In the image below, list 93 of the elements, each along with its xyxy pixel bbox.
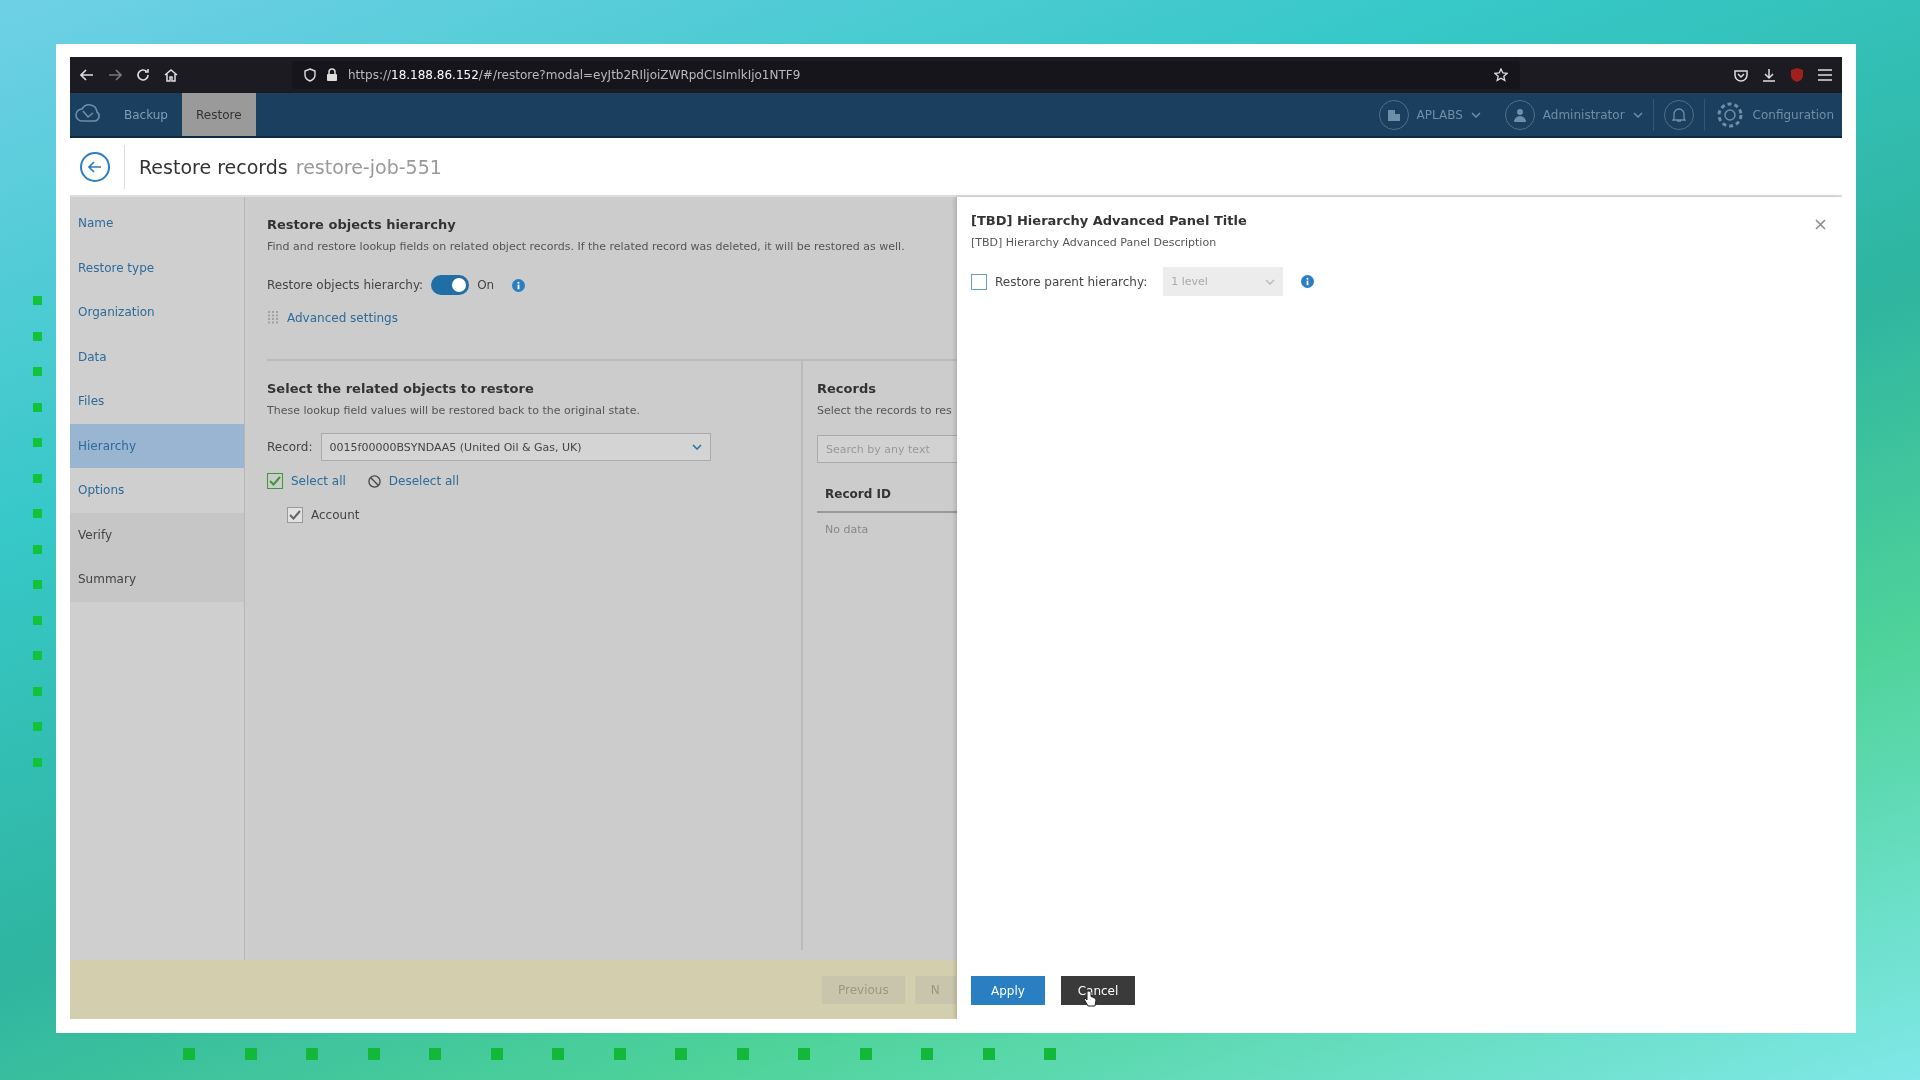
back-button[interactable]	[80, 151, 110, 182]
back-arrow-icon[interactable]	[80, 69, 94, 81]
info-icon	[1301, 275, 1315, 288]
decoration-square	[33, 438, 42, 447]
decoration-square	[33, 296, 42, 305]
download-icon[interactable]	[1762, 68, 1776, 82]
step-item[interactable]: Restore type	[70, 245, 244, 290]
record-select[interactable]: 0015f00000BSYNDAA5 (United Oil & Gas, UK)	[320, 433, 711, 461]
panel-description: [TBD] Hierarchy Advanced Panel Description	[971, 236, 1218, 249]
toggle-label: Restore objects hierarchy:	[267, 278, 424, 292]
parent-hierarchy-checkbox[interactable]	[971, 273, 987, 290]
star-icon[interactable]	[1494, 68, 1508, 82]
organization-menu[interactable]: APLABS	[1378, 99, 1481, 130]
menu-icon[interactable]	[1818, 69, 1832, 81]
decoration-square	[367, 1048, 380, 1060]
step-item[interactable]: Organization	[70, 290, 244, 335]
decoration-square	[183, 1048, 195, 1060]
decoration-square	[306, 1048, 318, 1060]
decoration-square	[33, 473, 42, 483]
chevron-down-icon	[1265, 278, 1276, 285]
home-icon[interactable]	[164, 68, 178, 82]
decoration-square	[244, 1048, 257, 1060]
decoration-square	[33, 367, 42, 376]
reload-icon[interactable]	[136, 68, 150, 82]
lock-icon	[326, 68, 338, 82]
decoration-square	[33, 580, 42, 589]
panel-title: [TBD] Hierarchy Advanced Panel Title	[971, 213, 1247, 228]
decoration-square	[798, 1048, 810, 1060]
select-all-link[interactable]: Select all	[291, 474, 346, 488]
address-bar[interactable]: https://18.188.86.152/#/restore?modal=eyJtb2RIljoiZWRpdCIsImlkIjo1NTF9	[292, 61, 1520, 89]
section-description: Select the records to res	[817, 404, 953, 417]
decoration-square	[736, 1048, 749, 1060]
step-item[interactable]: Files	[70, 379, 244, 424]
section-title: Records	[817, 381, 877, 396]
empty-message: No data	[824, 522, 870, 538]
step-item[interactable]: Hierarchy	[70, 423, 244, 468]
user-icon	[1512, 107, 1527, 122]
decoration-square	[1044, 1048, 1056, 1060]
decoration-square	[33, 757, 42, 767]
chevron-down-icon	[691, 444, 702, 450]
section-title: Select the related objects to restore	[267, 381, 535, 396]
block-icon	[367, 474, 381, 488]
decoration-square	[859, 1048, 872, 1060]
select-all-checkbox[interactable]	[267, 473, 283, 489]
decoration-square	[552, 1048, 564, 1060]
section-title: Restore objects hierarchy	[267, 217, 457, 232]
deselect-all-link[interactable]: Deselect all	[388, 474, 459, 488]
page-title: Restore records	[139, 155, 288, 178]
search-field[interactable]: Search by any text	[817, 435, 957, 463]
close-icon[interactable]	[1815, 219, 1826, 230]
chevron-down-icon	[1632, 111, 1643, 118]
decoration-square	[33, 509, 42, 518]
section-description: Find and restore lookup fields on related object records. If the related record was deleted, it will be restored as well.	[267, 240, 906, 253]
pocket-icon[interactable]	[1734, 68, 1748, 82]
object-label: Account	[311, 508, 360, 522]
record-label: Record:	[267, 440, 313, 454]
decoration-square	[675, 1048, 687, 1060]
decoration-square	[33, 331, 42, 341]
step-item[interactable]: Data	[70, 334, 244, 379]
toggle-state: On	[477, 278, 495, 292]
section-description: These lookup field values will be restored back to the original state.	[267, 404, 641, 417]
advanced-settings-link[interactable]: Advanced settings	[287, 311, 398, 325]
decoration-square	[429, 1048, 441, 1060]
decoration-square	[921, 1048, 933, 1060]
url-text: https://18.188.86.152/#/restore?modal=eyJtb2RIljoiZWRpdCIsImlkIjo1NTF9	[348, 68, 801, 82]
step-item[interactable]: Options	[70, 468, 244, 513]
checkbox-label: Restore parent hierarchy:	[995, 274, 1148, 289]
forward-arrow-icon[interactable]	[108, 69, 122, 81]
decoration-square	[33, 722, 42, 731]
decoration-square	[33, 651, 42, 660]
nav-tab[interactable]: Restore	[182, 93, 256, 136]
decoration-square	[33, 615, 42, 625]
decoration-square	[982, 1048, 995, 1060]
step-item[interactable]: Name	[70, 201, 244, 246]
chevron-down-icon	[1470, 111, 1481, 118]
decoration-square	[613, 1048, 626, 1060]
apply-button[interactable]: Apply	[971, 976, 1045, 1005]
decoration-square	[33, 402, 42, 412]
info-icon	[512, 278, 526, 292]
decoration-square	[33, 686, 42, 696]
toggle-switch[interactable]	[431, 275, 470, 295]
object-checkbox[interactable]	[287, 507, 303, 523]
nav-tab[interactable]: Backup	[110, 93, 182, 136]
job-name: restore-job-551	[295, 155, 442, 178]
decoration-square	[490, 1048, 503, 1060]
back-arrow-icon	[88, 160, 102, 173]
building-icon	[1386, 107, 1401, 122]
configuration-button[interactable]: Configuration	[1714, 99, 1834, 130]
user-menu[interactable]: Administrator	[1504, 99, 1643, 130]
shield-icon	[304, 68, 316, 82]
bell-icon	[1671, 106, 1686, 123]
decoration-square	[33, 544, 42, 554]
level-select[interactable]: 1 level	[1163, 267, 1284, 296]
